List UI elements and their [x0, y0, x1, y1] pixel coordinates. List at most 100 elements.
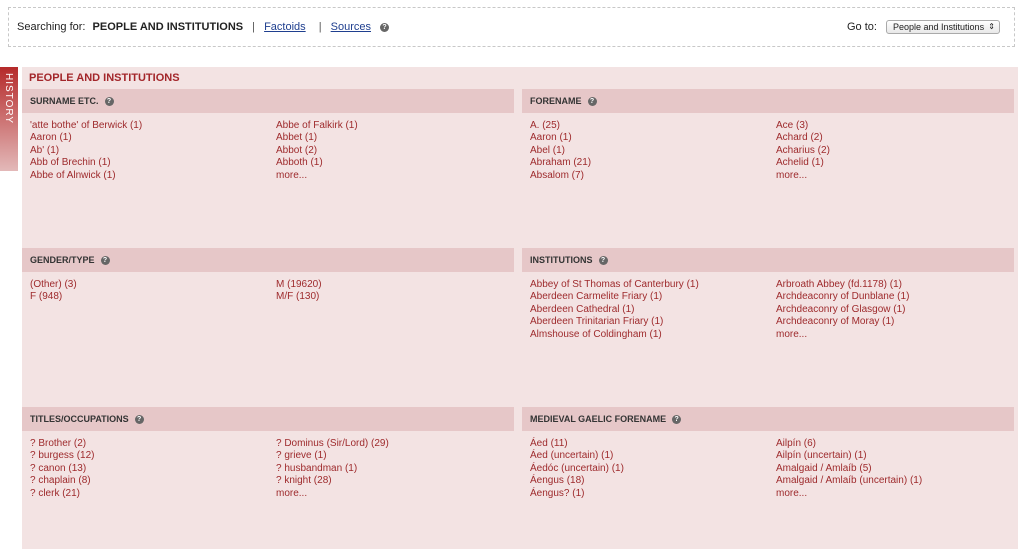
- list-item[interactable]: Aberdeen Cathedral (1): [530, 304, 699, 316]
- more-link[interactable]: more...: [276, 170, 358, 182]
- goto-label: Go to:: [846, 20, 877, 33]
- help-icon[interactable]: ?: [598, 256, 608, 266]
- list-item[interactable]: ? chaplain (8): [30, 475, 94, 487]
- help-icon[interactable]: ?: [104, 97, 114, 107]
- list-item[interactable]: (Other) (3): [30, 279, 77, 291]
- section-surname: SURNAME ETC.? 'atte bothe' of Berwick (1…: [22, 89, 514, 247]
- column-1: A. (25) Aaron (1) Abel (1) Abraham (21) …: [530, 120, 591, 182]
- list-item[interactable]: Áed (uncertain) (1): [530, 450, 624, 462]
- column-1: 'atte bothe' of Berwick (1) Aaron (1) Ab…: [30, 120, 142, 182]
- list-item[interactable]: Archdeaconry of Dunblane (1): [776, 291, 909, 303]
- list-item[interactable]: Áengus? (1): [530, 488, 624, 500]
- list-item[interactable]: Absalom (7): [530, 170, 591, 182]
- list-item[interactable]: Áedóc (uncertain) (1): [530, 463, 624, 475]
- list-item[interactable]: Achard (2): [776, 132, 830, 144]
- panel-title: PEOPLE AND INSTITUTIONS: [29, 72, 180, 84]
- list-item[interactable]: Aberdeen Carmelite Friary (1): [530, 291, 699, 303]
- list-item[interactable]: ? grieve (1): [276, 450, 389, 462]
- section-title: SURNAME ETC.: [30, 96, 99, 106]
- list-item[interactable]: M/F (130): [276, 291, 322, 303]
- section-header: INSTITUTIONS?: [522, 248, 1014, 272]
- section-gender-type: GENDER/TYPE? (Other) (3) F (948) M (1962…: [22, 248, 514, 406]
- more-link[interactable]: more...: [776, 488, 922, 500]
- column-2: M (19620) M/F (130): [276, 279, 322, 304]
- factoids-link[interactable]: Factoids: [264, 21, 306, 33]
- help-icon[interactable]: ?: [380, 22, 390, 32]
- list-item[interactable]: Abbe of Alnwick (1): [30, 170, 142, 182]
- column-1: Áed (11) Áed (uncertain) (1) Áedóc (unce…: [530, 438, 624, 500]
- column-2: Ace (3) Achard (2) Acharius (2) Achelid …: [776, 120, 830, 182]
- help-icon[interactable]: ?: [587, 97, 597, 107]
- column-2: Abbe of Falkirk (1) Abbet (1) Abbot (2) …: [276, 120, 358, 182]
- list-item[interactable]: Amalgaid / Amlaíb (5): [776, 463, 922, 475]
- list-item[interactable]: Abbet (1): [276, 132, 358, 144]
- list-item[interactable]: Aaron (1): [30, 132, 142, 144]
- column-2: ? Dominus (Sir/Lord) (29) ? grieve (1) ?…: [276, 438, 389, 500]
- list-item[interactable]: Archdeaconry of Moray (1): [776, 316, 909, 328]
- list-item[interactable]: Abbey of St Thomas of Canterbury (1): [530, 279, 699, 291]
- list-item[interactable]: Abbe of Falkirk (1): [276, 120, 358, 132]
- more-link[interactable]: more...: [776, 329, 909, 341]
- list-item[interactable]: Aaron (1): [530, 132, 591, 144]
- list-item[interactable]: Aberdeen Trinitarian Friary (1): [530, 316, 699, 328]
- list-item[interactable]: Abel (1): [530, 145, 591, 157]
- current-search-type: PEOPLE AND INSTITUTIONS: [92, 21, 244, 33]
- goto-select[interactable]: People and Institutions ⇕: [886, 20, 1000, 34]
- search-context: Searching for: PEOPLE AND INSTITUTIONS |…: [17, 21, 390, 33]
- separator: |: [252, 21, 256, 33]
- more-link[interactable]: more...: [776, 170, 830, 182]
- section-title: GENDER/TYPE: [30, 255, 95, 265]
- goto-control: Go to: People and Institutions ⇕: [847, 20, 1000, 34]
- section-title: FORENAME: [530, 96, 582, 106]
- results-panel: PEOPLE AND INSTITUTIONS SURNAME ETC.? 'a…: [22, 67, 1018, 549]
- help-icon[interactable]: ?: [100, 256, 110, 266]
- list-item[interactable]: ? husbandman (1): [276, 463, 389, 475]
- section-titles-occupations: TITLES/OCCUPATIONS? ? Brother (2) ? burg…: [22, 407, 514, 549]
- list-item[interactable]: Acharius (2): [776, 145, 830, 157]
- column-2: Ailpín (6) Ailpín (uncertain) (1) Amalga…: [776, 438, 922, 500]
- list-item[interactable]: A. (25): [530, 120, 591, 132]
- list-item[interactable]: ? canon (13): [30, 463, 94, 475]
- list-item[interactable]: Áed (11): [530, 438, 624, 450]
- list-item[interactable]: ? clerk (21): [30, 488, 94, 500]
- list-item[interactable]: Áengus (18): [530, 475, 624, 487]
- list-item[interactable]: Amalgaid / Amlaíb (uncertain) (1): [776, 475, 922, 487]
- column-1: (Other) (3) F (948): [30, 279, 77, 304]
- list-item[interactable]: ? burgess (12): [30, 450, 94, 462]
- searching-label: Searching for:: [17, 21, 86, 33]
- list-item[interactable]: Ailpín (uncertain) (1): [776, 450, 922, 462]
- more-link[interactable]: more...: [276, 488, 389, 500]
- list-item[interactable]: M (19620): [276, 279, 322, 291]
- section-header: SURNAME ETC.?: [22, 89, 514, 113]
- list-item[interactable]: Archdeaconry of Glasgow (1): [776, 304, 909, 316]
- list-item[interactable]: Ace (3): [776, 120, 830, 132]
- list-item[interactable]: Abraham (21): [530, 157, 591, 169]
- help-icon[interactable]: ?: [672, 415, 682, 425]
- list-item[interactable]: Abbot (2): [276, 145, 358, 157]
- sources-link[interactable]: Sources: [331, 21, 371, 33]
- list-item[interactable]: Ailpín (6): [776, 438, 922, 450]
- help-icon[interactable]: ?: [134, 415, 144, 425]
- section-title: TITLES/OCCUPATIONS: [30, 414, 129, 424]
- list-item[interactable]: Almshouse of Coldingham (1): [530, 329, 699, 341]
- section-title: MEDIEVAL GAELIC FORENAME: [530, 414, 667, 424]
- list-item[interactable]: ? Brother (2): [30, 438, 94, 450]
- goto-select-value: People and Institutions: [893, 22, 985, 32]
- column-2: Arbroath Abbey (fd.1178) (1) Archdeaconr…: [776, 279, 909, 341]
- list-item[interactable]: 'atte bothe' of Berwick (1): [30, 120, 142, 132]
- list-item[interactable]: F (948): [30, 291, 77, 303]
- list-item[interactable]: Ab' (1): [30, 145, 142, 157]
- list-item[interactable]: ? knight (28): [276, 475, 389, 487]
- separator: |: [318, 21, 322, 33]
- list-item[interactable]: ? Dominus (Sir/Lord) (29): [276, 438, 389, 450]
- section-header: FORENAME?: [522, 89, 1014, 113]
- list-item[interactable]: Arbroath Abbey (fd.1178) (1): [776, 279, 909, 291]
- history-tab-label: HISTORY: [3, 73, 14, 125]
- history-tab[interactable]: HISTORY: [0, 67, 18, 171]
- list-item[interactable]: Abb of Brechin (1): [30, 157, 142, 169]
- column-1: ? Brother (2) ? burgess (12) ? canon (13…: [30, 438, 94, 500]
- list-item[interactable]: Achelid (1): [776, 157, 830, 169]
- section-header: GENDER/TYPE?: [22, 248, 514, 272]
- section-institutions: INSTITUTIONS? Abbey of St Thomas of Cant…: [522, 248, 1014, 406]
- list-item[interactable]: Abboth (1): [276, 157, 358, 169]
